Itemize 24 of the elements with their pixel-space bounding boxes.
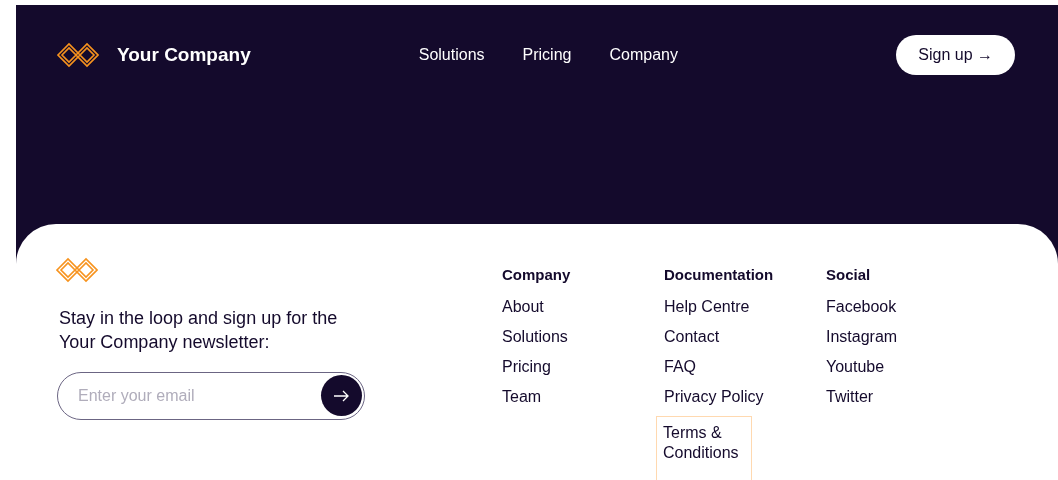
footer-link[interactable]: Help Centre <box>664 297 750 317</box>
footer-link[interactable]: Pricing <box>502 357 551 377</box>
footer-link[interactable]: Team <box>502 387 542 407</box>
footer-link[interactable]: Facebook <box>826 297 897 317</box>
brand-name: Your Company <box>117 44 251 66</box>
footer-link[interactable]: Youtube <box>826 357 885 377</box>
nav-link[interactable]: Solutions <box>418 46 485 64</box>
column-heading: Company <box>502 266 572 283</box>
column-heading: Social <box>826 266 872 283</box>
column-heading: Documentation <box>664 266 775 283</box>
footer-link[interactable]: Privacy Policy <box>664 387 764 407</box>
nav-link[interactable]: Company <box>609 46 678 64</box>
footer-link[interactable]: Twitter <box>826 387 874 407</box>
sign-up-button[interactable]: Sign up → <box>896 35 1015 75</box>
email-field[interactable]: Enter your email <box>57 372 365 420</box>
footer-link[interactable]: FAQ <box>664 357 696 377</box>
footer-link[interactable]: Contact <box>664 327 720 347</box>
nav-link[interactable]: Pricing <box>522 46 572 64</box>
newsletter-text: Stay in the loop and sign up for the Your Company newsletter: <box>59 307 339 354</box>
arrow-right-icon <box>333 389 349 402</box>
footer-link[interactable]: Terms & Conditions <box>657 417 751 480</box>
footer-link[interactable]: Solutions <box>502 327 568 347</box>
footer-link[interactable]: About <box>502 297 544 317</box>
footer-link[interactable]: Instagram <box>826 327 898 347</box>
